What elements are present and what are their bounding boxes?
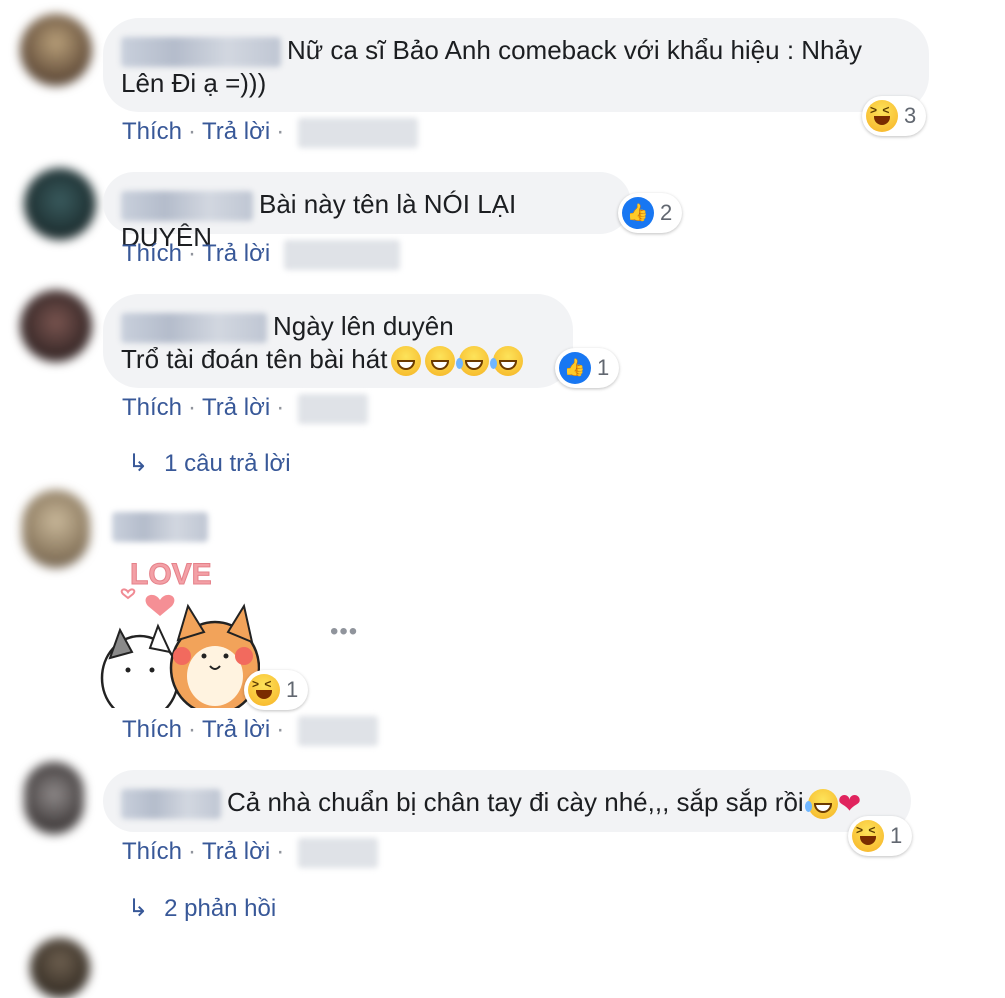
tears-of-joy-emoji-icon: [490, 346, 524, 377]
haha-icon: [852, 820, 884, 852]
comment-actions: Thích · Trả lời ·: [122, 394, 290, 422]
commenter-name[interactable]: [121, 313, 267, 344]
heart-shape: [145, 594, 175, 616]
timestamp[interactable]: [298, 118, 418, 148]
reaction-count: 2: [660, 200, 673, 225]
reply-arrow-icon: ↳: [128, 450, 149, 477]
tears-of-joy-emoji-icon: [456, 346, 490, 377]
commenter-name[interactable]: [121, 789, 221, 820]
comment-text: Ngày lên duyên: [273, 311, 454, 341]
view-replies-label[interactable]: 2 phản hồi: [164, 895, 276, 923]
separator: ·: [276, 838, 285, 865]
like-icon: 👍: [622, 197, 654, 229]
reaction-summary[interactable]: 1: [244, 670, 309, 710]
comment-actions: Thích · Trả lời ·: [122, 716, 290, 744]
separator: ·: [188, 118, 197, 145]
tears-of-joy-emoji-icon: [804, 789, 838, 820]
reaction-summary[interactable]: 👍 2: [618, 193, 683, 233]
commenter-name[interactable]: [121, 191, 253, 222]
timestamp[interactable]: [284, 240, 400, 270]
avatar[interactable]: [20, 14, 92, 86]
separator: ·: [188, 240, 197, 267]
avatar[interactable]: [22, 490, 90, 568]
heart-icon: ❤: [837, 788, 862, 820]
avatar[interactable]: [20, 290, 92, 362]
view-replies-link[interactable]: ↳ 1 câu trả lời: [128, 449, 291, 478]
separator: ·: [276, 394, 285, 421]
reaction-summary[interactable]: 👍 1: [555, 348, 620, 388]
comment-bubble: Bài này tên là NÓI LẠI DUYÊN: [103, 172, 631, 252]
reply-link[interactable]: Trả lời: [202, 240, 270, 267]
like-icon: 👍: [559, 352, 591, 384]
haha-icon: [866, 100, 898, 132]
grinning-emoji-icon: [425, 346, 456, 377]
timestamp[interactable]: [298, 838, 378, 868]
like-link[interactable]: Thích: [122, 240, 182, 267]
separator: ·: [276, 716, 285, 743]
timestamp[interactable]: [298, 716, 378, 746]
reply-link[interactable]: Trả lời: [202, 118, 270, 145]
separator: ·: [188, 394, 197, 421]
reply-arrow-icon: ↳: [128, 895, 149, 922]
commenter-name[interactable]: [112, 512, 208, 542]
timestamp[interactable]: [298, 394, 368, 424]
reaction-count: 1: [286, 677, 299, 702]
separator: ·: [188, 838, 197, 865]
like-link[interactable]: Thích: [122, 394, 182, 421]
comment-bubble: Cả nhà chuẩn bị chân tay đi cày nhé,,, s…: [103, 770, 911, 832]
reply-link[interactable]: Trả lời: [202, 838, 270, 865]
reaction-count: 1: [890, 823, 903, 848]
grinning-emoji-icon: [391, 346, 422, 377]
comment-actions: Thích · Trả lời ·: [122, 838, 290, 866]
like-link[interactable]: Thích: [122, 716, 182, 743]
comment-text: Lên Đi ạ =))): [121, 68, 267, 99]
reply-link[interactable]: Trả lời: [202, 716, 270, 743]
reaction-count: 3: [904, 103, 917, 128]
comment-text: Cả nhà chuẩn bị chân tay đi cày nhé,,, s…: [227, 787, 804, 817]
view-replies-link[interactable]: ↳ 2 phản hồi: [128, 894, 276, 923]
reply-link[interactable]: Trả lời: [202, 394, 270, 421]
commenter-name[interactable]: [121, 37, 281, 68]
like-link[interactable]: Thích: [122, 118, 182, 145]
comment-actions: Thích · Trả lời: [122, 240, 270, 268]
comment-text: Trổ tài đoán tên bài hát: [121, 344, 388, 375]
more-options-icon[interactable]: •••: [330, 618, 358, 646]
comment-actions: Thích · Trả lời ·: [122, 118, 290, 146]
comment-bubble: Nữ ca sĩ Bảo Anh comeback với khẩu hiệu …: [103, 18, 929, 112]
like-link[interactable]: Thích: [122, 838, 182, 865]
haha-icon: [248, 674, 280, 706]
reaction-summary[interactable]: 3: [862, 96, 927, 136]
love-sticker[interactable]: LOVE: [100, 548, 260, 718]
view-replies-label[interactable]: 1 câu trả lời: [164, 450, 290, 478]
reaction-count: 1: [597, 355, 610, 380]
avatar[interactable]: [24, 168, 96, 240]
comment-text: Nữ ca sĩ Bảo Anh comeback với khẩu hiệu …: [287, 35, 862, 65]
reaction-summary[interactable]: 1: [848, 816, 913, 856]
avatar[interactable]: [24, 762, 84, 834]
separator: ·: [188, 716, 197, 743]
sticker-love-text: LOVE: [130, 558, 212, 591]
separator: ·: [276, 118, 285, 145]
comment-bubble: Ngày lên duyên Trổ tài đoán tên bài hát: [103, 294, 573, 388]
avatar[interactable]: [30, 938, 90, 998]
